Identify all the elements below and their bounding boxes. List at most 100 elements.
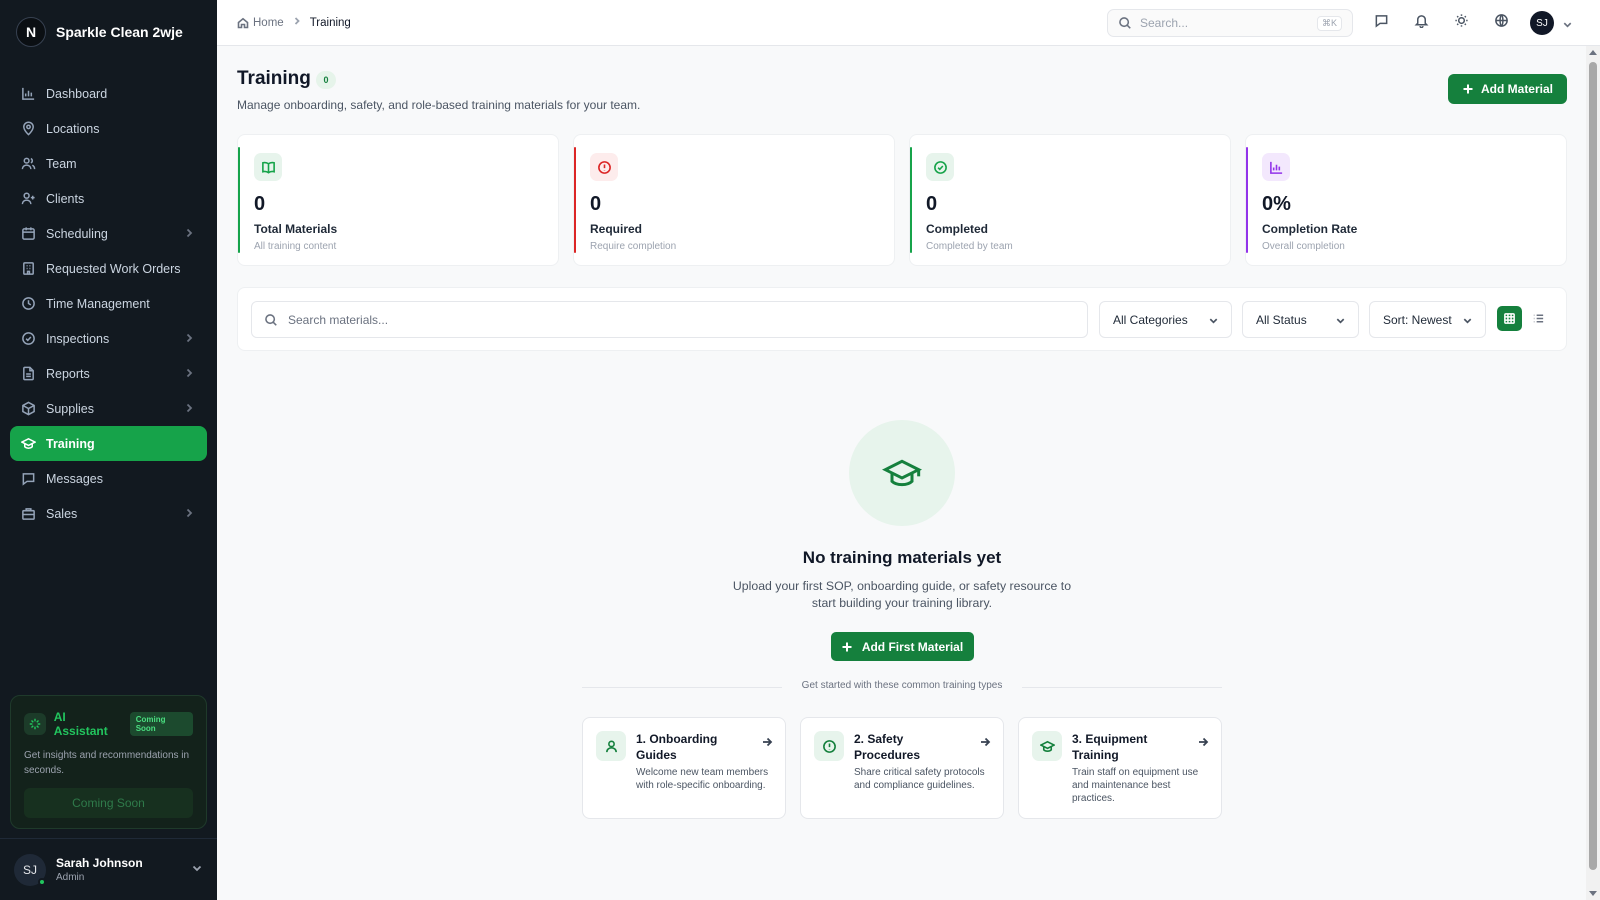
search-icon — [1119, 17, 1131, 29]
add-first-material-button[interactable]: Add First Material — [830, 632, 974, 661]
stat-description: Completed by team — [926, 241, 1013, 252]
training-type-title: 3. Equipment Training — [1072, 732, 1148, 762]
user-role: Admin — [56, 872, 85, 883]
filter-bar: Search materials... All Categories All S… — [237, 287, 1567, 351]
user-menu[interactable]: SJ Sarah Johnson Admin — [0, 838, 217, 900]
users-icon — [20, 156, 36, 172]
chevron-right-icon[interactable] — [183, 227, 195, 239]
status-select[interactable]: All Status — [1242, 301, 1359, 338]
sidebar-item-label: Requested Work Orders — [46, 261, 181, 276]
stat-card-completed: 0 Completed Completed by team — [909, 134, 1231, 266]
sidebar-item-scheduling[interactable]: Scheduling — [10, 216, 207, 251]
page-header: Training 0 Manage onboarding, safety, an… — [237, 46, 1567, 126]
home-icon — [237, 17, 249, 28]
sort-select[interactable]: Sort: Newest — [1369, 301, 1486, 338]
sidebar-item-inspections[interactable]: Inspections — [10, 321, 207, 356]
training-type-title: 2. Safety Procedures — [854, 732, 921, 762]
chevron-right-icon[interactable] — [183, 332, 195, 344]
sidebar-item-reports[interactable]: Reports — [10, 356, 207, 391]
briefcase-icon — [20, 506, 36, 522]
chevron-right-icon[interactable] — [183, 367, 195, 379]
scroll-down-arrow-icon[interactable] — [1589, 891, 1597, 896]
stat-card-completion-rate: 0% Completion Rate Overall completion — [1245, 134, 1567, 266]
scroll-up-arrow-icon[interactable] — [1589, 50, 1597, 55]
stat-label: Required — [590, 222, 643, 236]
sidebar-item-sales[interactable]: Sales — [10, 496, 207, 531]
building-icon — [20, 261, 36, 277]
sidebar-item-supplies[interactable]: Supplies — [10, 391, 207, 426]
breadcrumb-home[interactable]: Home — [237, 17, 284, 29]
avatar[interactable]: SJ — [1530, 11, 1554, 35]
user-name: Sarah Johnson — [56, 856, 143, 870]
sidebar-item-label: Dashboard — [46, 86, 108, 101]
sidebar-item-label: Messages — [46, 471, 103, 486]
sun-icon[interactable] — [1454, 13, 1474, 33]
training-type-description: Welcome new team members with role-speci… — [636, 767, 769, 791]
stat-value: 0 — [926, 193, 938, 215]
page-scrollbar[interactable] — [1586, 46, 1600, 900]
chevron-down-icon[interactable] — [191, 861, 203, 879]
stat-value: 0% — [1262, 193, 1291, 215]
chevron-right-icon[interactable] — [183, 402, 195, 414]
sidebar-item-label: Locations — [46, 121, 100, 136]
sort-select-value: Sort: Newest — [1383, 312, 1452, 327]
category-select-value: All Categories — [1113, 312, 1188, 327]
avatar: SJ — [14, 853, 46, 886]
list-view-button[interactable] — [1526, 306, 1551, 331]
grid-icon — [1504, 313, 1515, 324]
add-material-label: Add Material — [1480, 82, 1553, 96]
grid-view-button[interactable] — [1497, 306, 1522, 331]
chevron-down-icon[interactable] — [1562, 17, 1573, 35]
brand[interactable]: N Sparkle Clean 2wje — [0, 0, 217, 64]
sidebar-item-dashboard[interactable]: Dashboard — [10, 76, 207, 111]
page-title: Training — [237, 68, 311, 89]
online-status-dot — [38, 877, 46, 886]
chevron-right-icon — [284, 16, 310, 29]
sidebar-item-label: Inspections — [46, 331, 110, 346]
graduation-cap-icon — [1032, 731, 1062, 761]
sidebar-item-locations[interactable]: Locations — [10, 111, 207, 146]
graduation-cap-icon — [20, 436, 36, 452]
training-type-card-safety[interactable]: 2. Safety Procedures Share critical safe… — [800, 717, 1004, 819]
add-material-button[interactable]: Add Material — [1447, 74, 1567, 104]
empty-state-description: Upload your first SOP, onboarding guide,… — [732, 579, 1072, 610]
arrow-right-icon — [1197, 735, 1209, 753]
stat-card-required: 0 Required Require completion — [573, 134, 895, 266]
alert-circle-icon — [814, 731, 844, 761]
breadcrumb: Home Training — [237, 16, 351, 29]
chevron-right-icon[interactable] — [183, 507, 195, 519]
ai-assistant-button[interactable]: Coming Soon — [24, 788, 193, 818]
stat-label: Completed — [926, 222, 989, 236]
main-content: Training 0 Manage onboarding, safety, an… — [237, 46, 1567, 819]
training-type-card-equipment[interactable]: 3. Equipment Training Train staff on equ… — [1018, 717, 1222, 819]
page-subtitle: Manage onboarding, safety, and role-base… — [237, 98, 641, 112]
sidebar-item-messages[interactable]: Messages — [10, 461, 207, 496]
section-divider: Get started with these common training t… — [582, 680, 1222, 694]
sidebar-item-training[interactable]: Training — [10, 426, 207, 461]
bell-icon[interactable] — [1414, 13, 1434, 33]
user-icon — [596, 731, 626, 761]
global-search-input[interactable]: Search... ⌘K — [1107, 9, 1353, 37]
sidebar-item-label: Reports — [46, 366, 90, 381]
globe-icon[interactable] — [1494, 13, 1514, 33]
scrollbar-thumb[interactable] — [1589, 62, 1597, 870]
sidebar-item-clients[interactable]: Clients — [10, 181, 207, 216]
stats-row: 0 Total Materials All training content 0… — [237, 134, 1567, 266]
sidebar-item-label: Training — [46, 436, 95, 451]
check-circle-icon — [926, 153, 954, 181]
calendar-icon — [20, 226, 36, 242]
package-icon — [20, 401, 36, 417]
count-badge: 0 — [316, 71, 336, 89]
sidebar-item-label: Time Management — [46, 296, 150, 311]
materials-search-input[interactable]: Search materials... — [251, 301, 1088, 338]
sidebar-item-team[interactable]: Team — [10, 146, 207, 181]
ai-assistant-card: AI Assistant Coming Soon Get insights an… — [10, 695, 207, 829]
stat-value: 0 — [254, 193, 266, 215]
category-select[interactable]: All Categories — [1099, 301, 1232, 338]
sidebar-item-time-management[interactable]: Time Management — [10, 286, 207, 321]
training-type-card-onboarding[interactable]: 1. Onboarding Guides Welcome new team me… — [582, 717, 786, 819]
training-type-description: Share critical safety protocols and comp… — [854, 767, 985, 791]
sidebar-item-requested-work-orders[interactable]: Requested Work Orders — [10, 251, 207, 286]
message-square-icon[interactable] — [1374, 13, 1394, 33]
avatar-initials: SJ — [22, 862, 37, 877]
